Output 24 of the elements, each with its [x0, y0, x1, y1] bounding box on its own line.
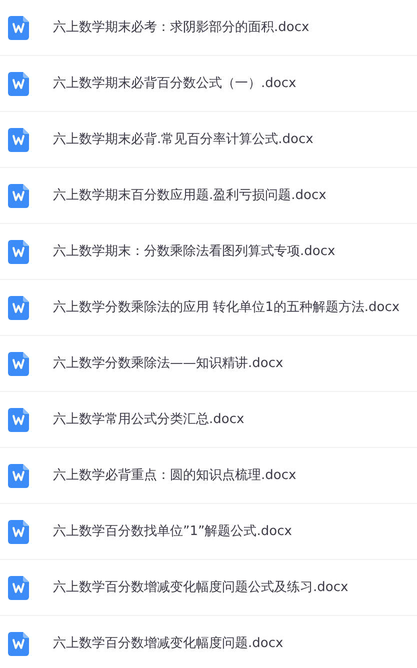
file-name[interactable]: 六上数学期末必背.常见百分率计算公式.docx	[53, 130, 314, 150]
file-name[interactable]: 六上数学期末百分数应用题.盈利亏损问题.docx	[53, 186, 326, 206]
word-document-icon	[8, 632, 29, 656]
file-name[interactable]: 六上数学百分数增减变化幅度问题.docx	[53, 634, 284, 654]
file-name[interactable]: 六上数学常用公式分类汇总.docx	[53, 410, 244, 430]
word-document-icon	[8, 576, 29, 600]
word-document-icon	[8, 520, 29, 544]
word-document-icon	[8, 240, 29, 264]
word-document-icon	[8, 128, 29, 152]
file-name[interactable]: 六上数学百分数增减变化幅度问题公式及练习.docx	[53, 578, 348, 598]
file-name[interactable]: 六上数学分数乘除法——知识精讲.docx	[53, 354, 284, 374]
word-document-icon	[8, 408, 29, 432]
word-document-icon	[8, 352, 29, 376]
file-name[interactable]: 六上数学期末必背百分数公式（一）.docx	[53, 74, 296, 94]
file-name[interactable]: 六上数学必背重点：圆的知识点梳理.docx	[53, 466, 296, 486]
word-document-icon	[8, 464, 29, 488]
word-document-icon	[8, 296, 29, 320]
word-document-icon	[8, 184, 29, 208]
word-document-icon	[8, 72, 29, 96]
file-name[interactable]: 六上数学分数乘除法的应用 转化单位1的五种解题方法.docx	[53, 298, 400, 318]
file-name[interactable]: 六上数学百分数找单位”1”解题公式.docx	[53, 522, 292, 542]
file-name[interactable]: 六上数学期末：分数乘除法看图列算式专项.docx	[53, 242, 336, 262]
word-document-icon	[8, 16, 29, 40]
file-name[interactable]: 六上数学期末必考：求阴影部分的面积.docx	[53, 18, 310, 38]
